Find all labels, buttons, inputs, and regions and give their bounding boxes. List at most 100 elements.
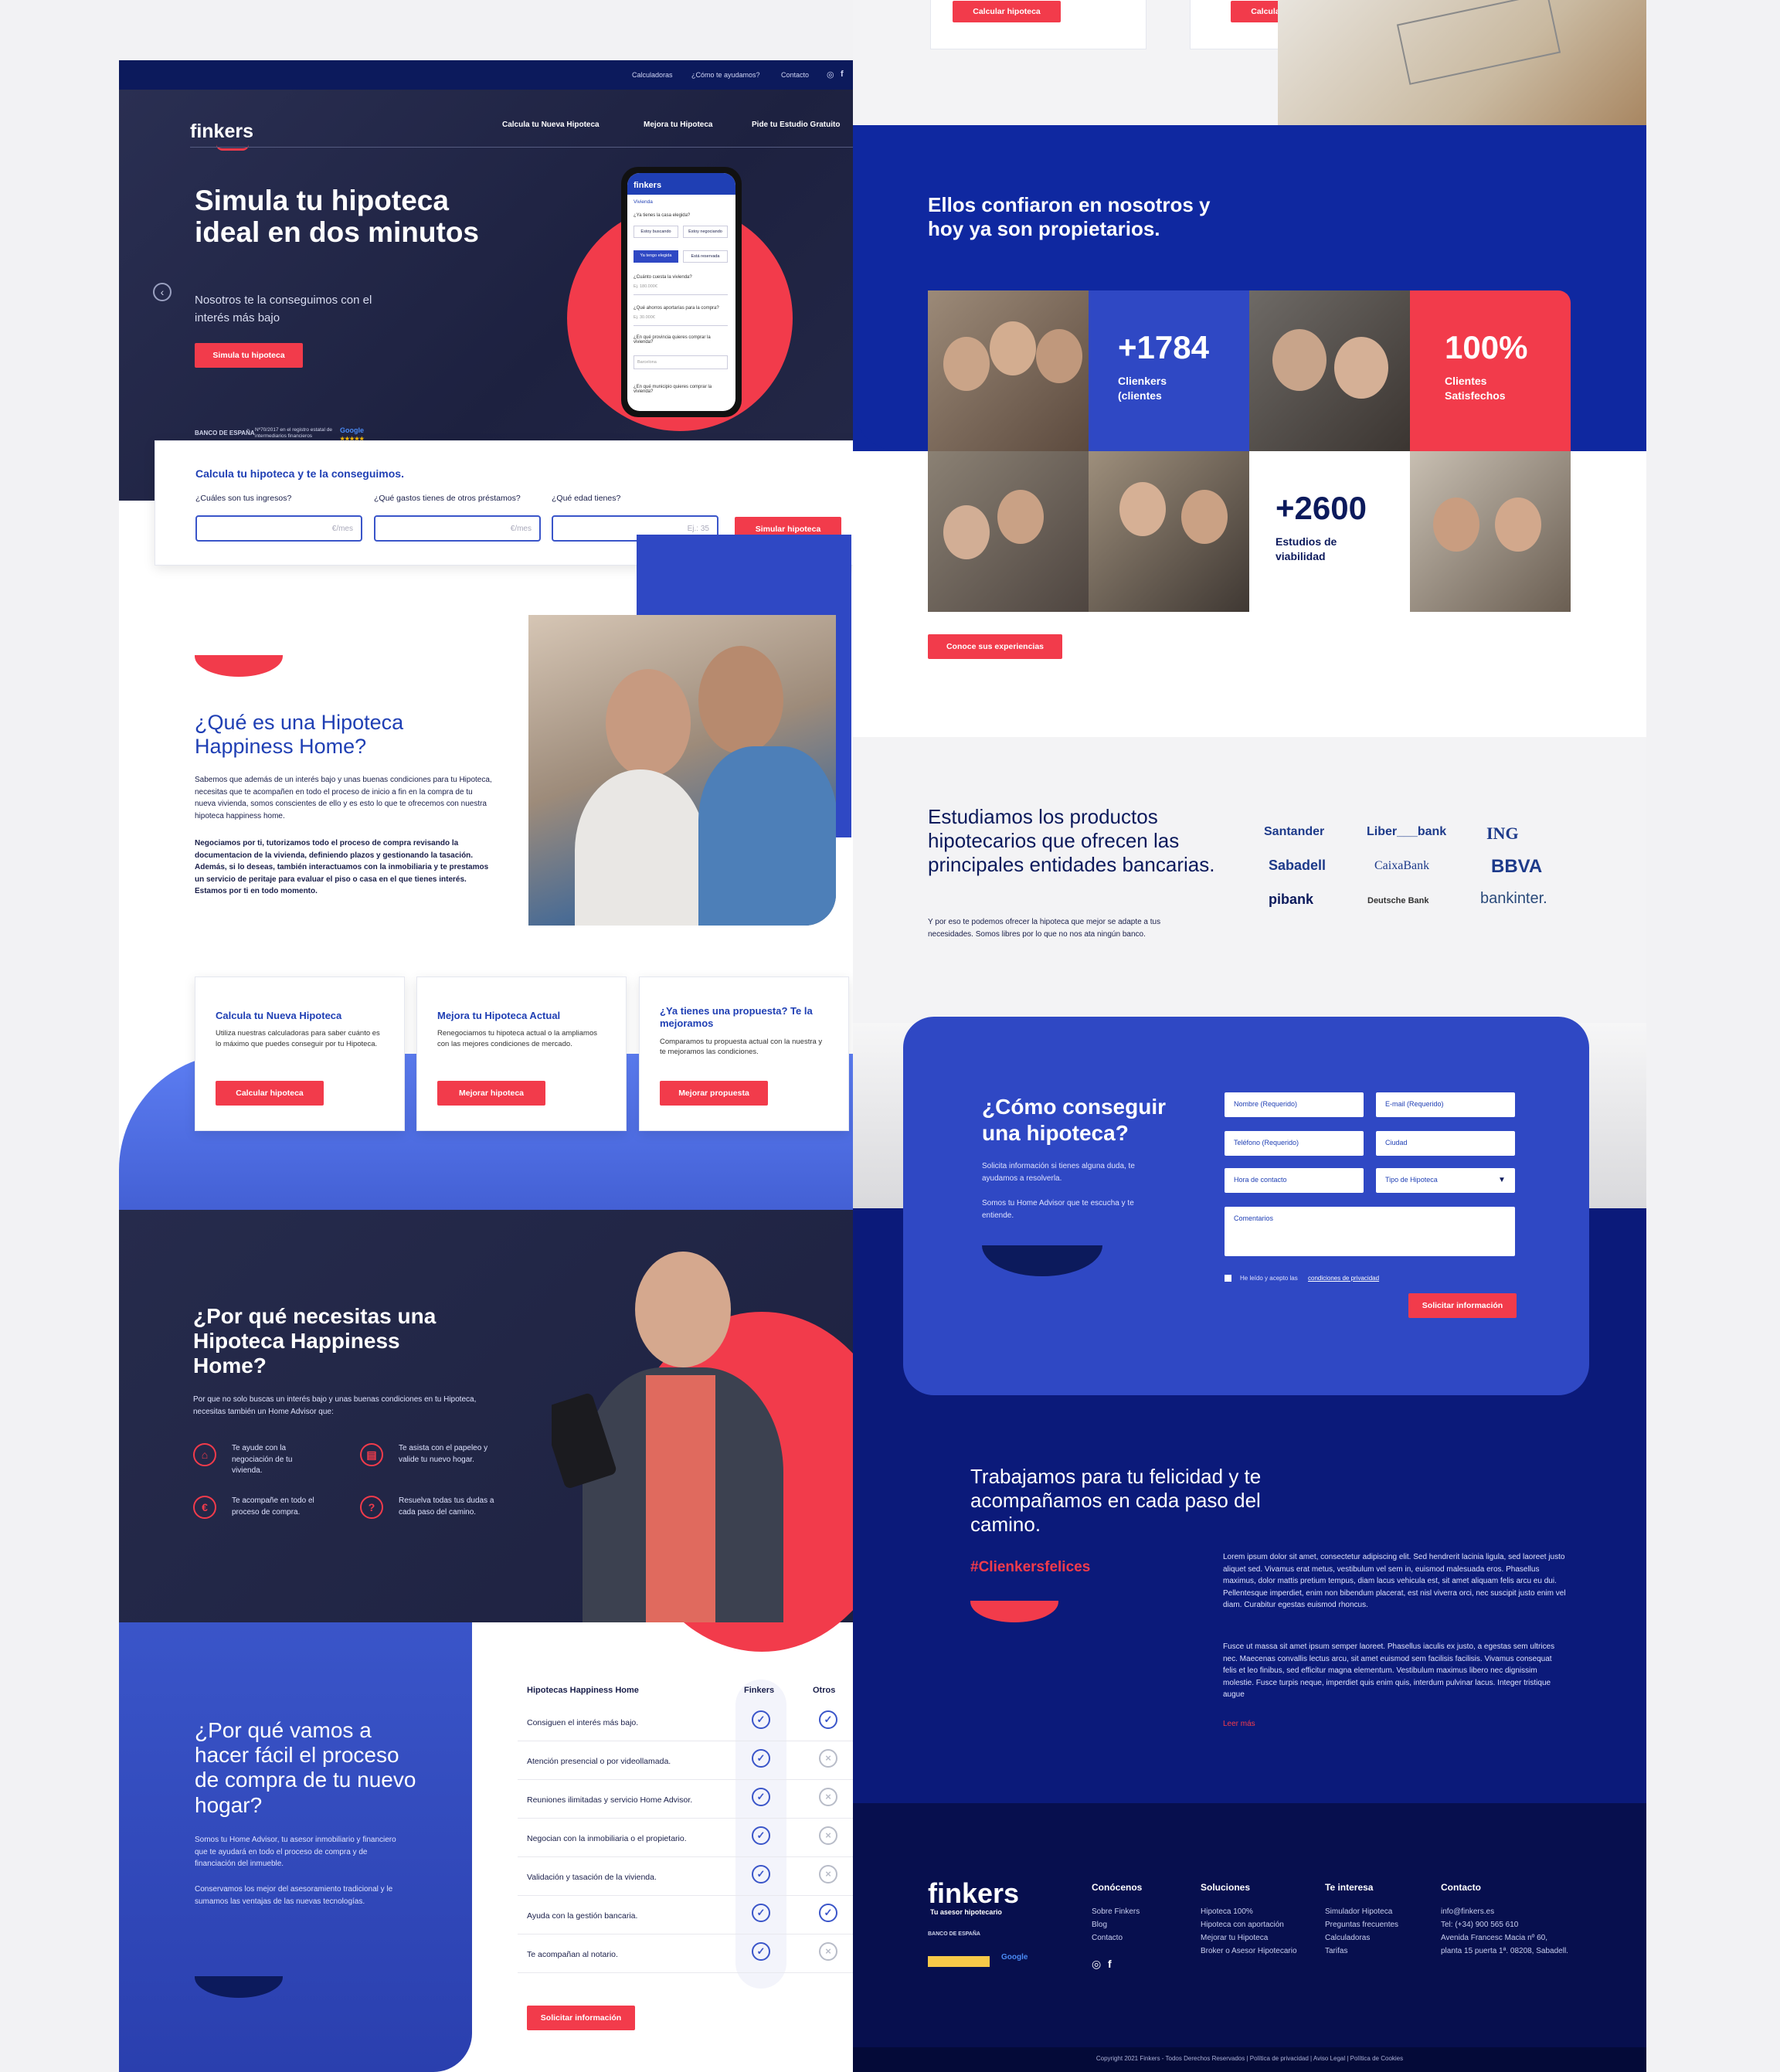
read-more-link[interactable]: Leer más [1223, 1720, 1255, 1728]
footer-text: Tel: (+34) 900 565 610 [1441, 1921, 1519, 1929]
logo-smile [216, 144, 249, 151]
liberbank-logo: Liber___bank [1367, 825, 1447, 838]
facebook-icon[interactable]: f [841, 70, 844, 79]
city-field[interactable]: Ciudad [1376, 1131, 1515, 1156]
prev-arrow-icon[interactable]: ‹ [153, 283, 172, 301]
table-row: Consiguen el interés más bajo. ✓ ✓ [518, 1703, 853, 1741]
why-title: ¿Por qué necesitas una Hipoteca Happines… [193, 1304, 437, 1378]
phone-opt[interactable]: Está reservada [683, 250, 728, 263]
client-photo [1249, 290, 1410, 451]
consent-checkbox[interactable] [1225, 1275, 1231, 1282]
phone-opt[interactable]: Estoy buscando [634, 226, 678, 238]
check-icon: ✓ [752, 1749, 770, 1768]
check-icon: ✓ [752, 1904, 770, 1922]
nav-estudio[interactable]: Pide tu Estudio Gratuito [752, 121, 840, 129]
client-photo [1410, 451, 1571, 612]
footer-link[interactable]: Mejorar tu Hipoteca [1201, 1931, 1297, 1945]
footer-link[interactable]: Sobre Finkers [1092, 1905, 1140, 1918]
phone-v2[interactable]: Ej. 180.000€ [634, 284, 728, 295]
footer-link[interactable]: Calculadoras [1325, 1931, 1398, 1945]
cross-icon: × [819, 1826, 837, 1845]
phone-opt-selected[interactable]: Ya tengo elegida [634, 250, 678, 263]
hashtag: #Clienkersfelices [970, 1559, 1091, 1575]
phone-opt[interactable]: Estoy negociando [683, 226, 728, 238]
hero-subtitle: Nosotros te la conseguimos con el interé… [195, 294, 372, 324]
copyright-bar: Copyright 2021 Finkers - Todos Derechos … [853, 2047, 1646, 2072]
instagram-icon[interactable]: ◎ [1092, 1958, 1101, 1971]
page-left-column: Calculadoras ¿Cómo te ayudamos? Contacto… [119, 60, 853, 2072]
table-row: Te acompañan al notario. ✓ × [518, 1934, 853, 1973]
contact-time-field[interactable]: Hora de contacto [1225, 1168, 1364, 1193]
document-icon: ▤ [360, 1443, 383, 1466]
stat-label: Clienkers (clientes [1118, 375, 1167, 402]
calcular-hipoteca-button[interactable]: Calcular hipoteca [216, 1081, 324, 1106]
stat-card-clienkers: +1784 Clienkers (clientes [1089, 290, 1249, 451]
check-icon: ✓ [752, 1942, 770, 1961]
privacy-link[interactable]: condiciones de privacidad [1308, 1275, 1379, 1282]
form-submit-button[interactable]: Solicitar información [1408, 1293, 1517, 1318]
email-field[interactable]: E-mail (Requerido) [1376, 1092, 1515, 1117]
comments-field[interactable]: Comentarios [1225, 1207, 1515, 1256]
top-link-calculadoras[interactable]: Calculadoras [632, 71, 673, 79]
banco-espana-logo: BANCO DE ESPAÑA [928, 1931, 980, 1937]
footer-col-links: info@finkers.es Tel: (+34) 900 565 610 A… [1441, 1905, 1568, 1958]
cross-icon: × [819, 1865, 837, 1883]
facebook-icon[interactable]: f [1108, 1958, 1112, 1970]
instagram-icon[interactable]: ◎ [827, 70, 834, 80]
easy-section: ¿Por qué vamos a hacer fácil el proceso … [119, 1622, 472, 2072]
logo[interactable]: finkers [190, 121, 253, 143]
client-photo [928, 290, 1089, 451]
santander-logo: Santander [1264, 825, 1325, 838]
bbva-logo: BBVA [1491, 856, 1543, 877]
form-p2: Somos tu Home Advisor que te escucha y t… [982, 1199, 1134, 1220]
footer-logo[interactable]: finkers [928, 1877, 1019, 1910]
mejorar-propuesta-button[interactable]: Mejorar propuesta [660, 1081, 768, 1106]
phone-logo: finkers [627, 173, 735, 195]
footer-link[interactable]: Preguntas frecuentes [1325, 1918, 1398, 1931]
table-row: Validación y tasación de la vivienda. ✓ × [518, 1857, 853, 1896]
check-icon: ✓ [752, 1865, 770, 1883]
happy-p2: Fusce ut massa sit amet ipsum semper lao… [1223, 1642, 1555, 1699]
footer-link[interactable]: Simulador Hipoteca [1325, 1905, 1398, 1918]
client-photo [928, 451, 1089, 612]
banks-text: Y por eso te podemos ofrecer la hipoteca… [928, 918, 1161, 939]
mejorar-hipoteca-button[interactable]: Mejorar hipoteca [437, 1081, 545, 1106]
check-icon: ✓ [752, 1826, 770, 1845]
stat-number: +1784 [1118, 329, 1209, 365]
chevron-down-icon[interactable]: ▼ [1498, 1176, 1506, 1184]
footer-link[interactable]: info@finkers.es [1441, 1905, 1568, 1918]
easy-p2: Conservamos los mejor del asesoramiento … [195, 1885, 393, 1906]
calc-title: Calcula tu hipoteca y te la conseguimos. [195, 467, 404, 480]
footer-link[interactable]: Hipoteca con aportación [1201, 1918, 1297, 1931]
footer-col-title: Conócenos [1092, 1882, 1143, 1893]
cross-icon: × [819, 1942, 837, 1961]
nav-mejora[interactable]: Mejora tu Hipoteca [644, 121, 712, 129]
conoce-experiencias-button[interactable]: Conoce sus experiencias [928, 634, 1062, 659]
footer-col-links: Hipoteca 100% Hipoteca con aportación Me… [1201, 1905, 1297, 1958]
check-icon: ✓ [819, 1904, 837, 1922]
footer-link[interactable]: Tarifas [1325, 1945, 1398, 1958]
table-header-finkers: Finkers [744, 1686, 775, 1695]
phone-v4[interactable]: Barcelona [634, 355, 728, 369]
phone-q5: ¿En qué municipio quieres comprar la viv… [634, 385, 712, 394]
phone-field[interactable]: Teléfono (Requerido) [1225, 1131, 1364, 1156]
calcular-hipoteca-button[interactable]: Calcular hipoteca [953, 1, 1061, 22]
footer-link[interactable]: Contacto [1092, 1931, 1140, 1945]
top-link-contacto[interactable]: Contacto [781, 71, 809, 79]
footer-link[interactable]: Hipoteca 100% [1201, 1905, 1297, 1918]
table-header: Hipotecas Happiness Home [527, 1686, 639, 1695]
phone-v3[interactable]: Ej. 30.000€ [634, 315, 728, 326]
solicitar-informacion-button[interactable]: Solicitar información [527, 2006, 635, 2030]
nav-calcula[interactable]: Calcula tu Nueva Hipoteca [502, 121, 600, 129]
mortgage-type-select[interactable]: Tipo de Hipoteca [1376, 1168, 1515, 1193]
feature-text: Te ayude con la negociación de tu vivien… [232, 1444, 293, 1475]
income-input[interactable]: €/mes [195, 515, 362, 542]
footer-link[interactable]: Broker o Asesor Hipotecario [1201, 1945, 1297, 1958]
contact-form-card: ¿Cómo conseguir una hipoteca? Solicita i… [903, 1017, 1589, 1395]
banco-espana-logo: BANCO DE ESPAÑA [195, 430, 255, 436]
top-link-como-ayudamos[interactable]: ¿Cómo te ayudamos? [691, 71, 760, 79]
footer-link[interactable]: Blog [1092, 1918, 1140, 1931]
hero-cta-button[interactable]: Simula tu hipoteca [195, 343, 303, 368]
loans-input[interactable]: €/mes [374, 515, 541, 542]
name-field[interactable]: Nombre (Requerido) [1225, 1092, 1364, 1117]
